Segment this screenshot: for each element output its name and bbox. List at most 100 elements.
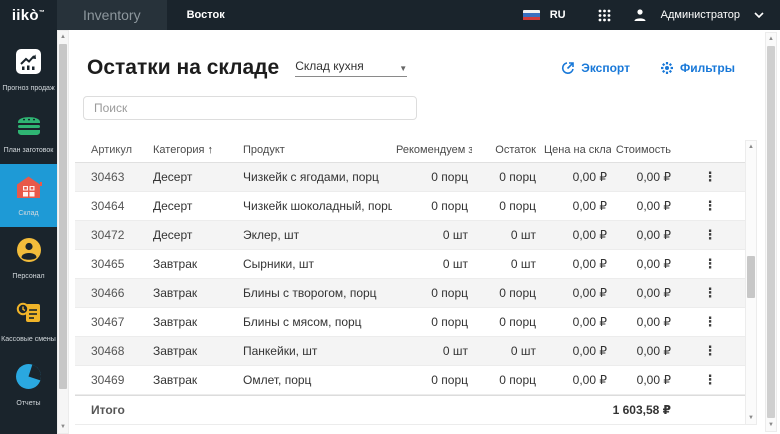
table-row[interactable]: 30469 Завтрак Омлет, порц 0 порц 0 порц … <box>75 366 745 395</box>
store-select-value: Склад кухня <box>295 59 364 73</box>
page-title: Остатки на складе <box>87 56 279 80</box>
table-header-row: Артикул Категория ↑ Продукт Рекомендуем … <box>75 138 745 163</box>
staff-icon <box>16 237 42 268</box>
table-row[interactable]: 30472 Десерт Эклер, шт 0 шт 0 шт 0,00 ₽ … <box>75 221 745 250</box>
cell-cost: 0,00 ₽ <box>611 373 675 387</box>
sidebar-item-label: Прогноз продаж <box>2 85 54 92</box>
reports-icon <box>15 363 42 395</box>
search-input[interactable] <box>83 96 417 120</box>
column-header-product[interactable]: Продукт <box>239 144 392 156</box>
sidebar-item-sales-forecast[interactable]: Прогноз продаж <box>0 38 57 101</box>
row-menu-kebab-icon[interactable]: ⋮ <box>704 344 717 358</box>
cell-cost: 0,00 ₽ <box>611 257 675 271</box>
sidebar-item-staff[interactable]: Персонал <box>0 227 57 290</box>
sidebar-item-warehouse[interactable]: Склад <box>0 164 57 227</box>
store-select-dropdown[interactable]: Склад кухня ▼ <box>295 59 407 77</box>
topbar-right: RU Администратор <box>523 8 780 22</box>
page-header: Остатки на складе Склад кухня ▼ Экспорт <box>87 56 735 80</box>
warehouse-icon <box>15 174 42 205</box>
app-grid-icon[interactable] <box>598 9 611 22</box>
column-header-sku[interactable]: Артикул <box>75 144 149 156</box>
scroll-up-icon[interactable]: ▲ <box>766 34 776 44</box>
cell-recommend: 0 шт <box>392 228 472 242</box>
row-menu-kebab-icon[interactable]: ⋮ <box>704 199 717 213</box>
export-label: Экспорт <box>581 61 630 75</box>
table-row[interactable]: 30466 Завтрак Блины с творогом, порц 0 п… <box>75 279 745 308</box>
cell-recommend: 0 шт <box>392 257 472 271</box>
sidebar-item-reports[interactable]: Отчеты <box>0 353 57 416</box>
search-container <box>83 96 745 120</box>
cell-price: 0,00 ₽ <box>540 286 611 300</box>
sort-asc-icon: ↑ <box>208 144 214 156</box>
chevron-down-icon[interactable] <box>754 12 764 18</box>
page-scrollbar[interactable]: ▲ ▼ <box>765 32 777 432</box>
column-header-recommend[interactable]: Рекомендуем заказать <box>392 144 472 156</box>
table-row[interactable]: 30468 Завтрак Панкейки, шт 0 шт 0 шт 0,0… <box>75 337 745 366</box>
scroll-up-icon[interactable]: ▲ <box>746 142 756 152</box>
column-header-cost[interactable]: Стоимость <box>611 144 675 156</box>
cell-cost: 0,00 ₽ <box>611 199 675 213</box>
table-body: 30463 Десерт Чизкейк с ягодами, порц 0 п… <box>75 163 745 395</box>
row-menu-kebab-icon[interactable]: ⋮ <box>704 373 717 387</box>
cell-cost: 0,00 ₽ <box>611 344 675 358</box>
cell-category: Завтрак <box>149 344 239 358</box>
sidebar-item-label: Кассовые смены <box>1 336 56 343</box>
app-name: Inventory <box>57 0 167 30</box>
prep-plan-icon <box>15 111 43 142</box>
scroll-down-icon[interactable]: ▼ <box>58 422 68 432</box>
cell-sku: 30464 <box>75 199 149 213</box>
column-header-price[interactable]: Цена на складе <box>540 144 611 156</box>
total-value: 1 603,58 ₽ <box>149 403 675 417</box>
column-header-category[interactable]: Категория ↑ <box>149 144 239 156</box>
cell-price: 0,00 ₽ <box>540 257 611 271</box>
filters-gear-icon <box>660 61 674 75</box>
table-row[interactable]: 30467 Завтрак Блины с мясом, порц 0 порц… <box>75 308 745 337</box>
scroll-up-icon[interactable]: ▲ <box>58 32 68 42</box>
scroll-down-icon[interactable]: ▼ <box>766 420 776 430</box>
row-menu-kebab-icon[interactable]: ⋮ <box>704 257 717 271</box>
content-scrollbar-left[interactable]: ▲ ▼ <box>57 30 69 434</box>
scrollbar-thumb[interactable] <box>59 44 67 389</box>
table-row[interactable]: 30463 Десерт Чизкейк с ягодами, порц 0 п… <box>75 163 745 192</box>
sidebar-item-prep-plan[interactable]: План заготовок <box>0 101 57 164</box>
cell-stock: 0 порц <box>472 170 540 184</box>
main-content: Остатки на складе Склад кухня ▼ Экспорт <box>69 30 745 434</box>
export-button[interactable]: Экспорт <box>561 61 630 75</box>
table-footer-row: Итого 1 603,58 ₽ <box>75 395 745 425</box>
org-name[interactable]: Восток <box>187 9 225 21</box>
row-menu-kebab-icon[interactable]: ⋮ <box>704 228 717 242</box>
cell-sku: 30466 <box>75 286 149 300</box>
cell-category: Завтрак <box>149 315 239 329</box>
cell-stock: 0 шт <box>472 257 540 271</box>
cell-product: Блины с творогом, порц <box>239 286 392 300</box>
table-row[interactable]: 30464 Десерт Чизкейк шоколадный, порц 0 … <box>75 192 745 221</box>
user-menu[interactable]: Администратор <box>661 9 740 21</box>
column-header-stock[interactable]: Остаток <box>472 144 540 156</box>
table-row[interactable]: 30465 Завтрак Сырники, шт 0 шт 0 шт 0,00… <box>75 250 745 279</box>
scroll-down-icon[interactable]: ▼ <box>746 413 756 423</box>
sidebar-item-cash-shifts[interactable]: Кассовые смены <box>0 290 57 353</box>
filters-button[interactable]: Фильтры <box>660 61 735 75</box>
cell-recommend: 0 порц <box>392 315 472 329</box>
table-scrollbar[interactable]: ▲ ▼ <box>745 140 757 425</box>
cell-category: Десерт <box>149 170 239 184</box>
cell-recommend: 0 порц <box>392 286 472 300</box>
trademark-mark: ™ <box>39 10 45 16</box>
cell-category: Десерт <box>149 199 239 213</box>
scrollbar-thumb[interactable] <box>767 46 775 418</box>
scrollbar-thumb[interactable] <box>747 256 755 298</box>
row-menu-kebab-icon[interactable]: ⋮ <box>704 286 717 300</box>
row-menu-kebab-icon[interactable]: ⋮ <box>704 315 717 329</box>
cell-product: Панкейки, шт <box>239 344 392 358</box>
cell-product: Омлет, порц <box>239 373 392 387</box>
cell-price: 0,00 ₽ <box>540 373 611 387</box>
language-code[interactable]: RU <box>550 9 566 21</box>
dropdown-caret-icon: ▼ <box>399 64 407 73</box>
sidebar: Прогноз продаж План заготовок <box>0 30 57 434</box>
cell-recommend: 0 порц <box>392 170 472 184</box>
cell-product: Блины с мясом, порц <box>239 315 392 329</box>
sidebar-item-label: Отчеты <box>16 400 40 407</box>
cell-sku: 30465 <box>75 257 149 271</box>
row-menu-kebab-icon[interactable]: ⋮ <box>704 170 717 184</box>
cell-stock: 0 порц <box>472 315 540 329</box>
